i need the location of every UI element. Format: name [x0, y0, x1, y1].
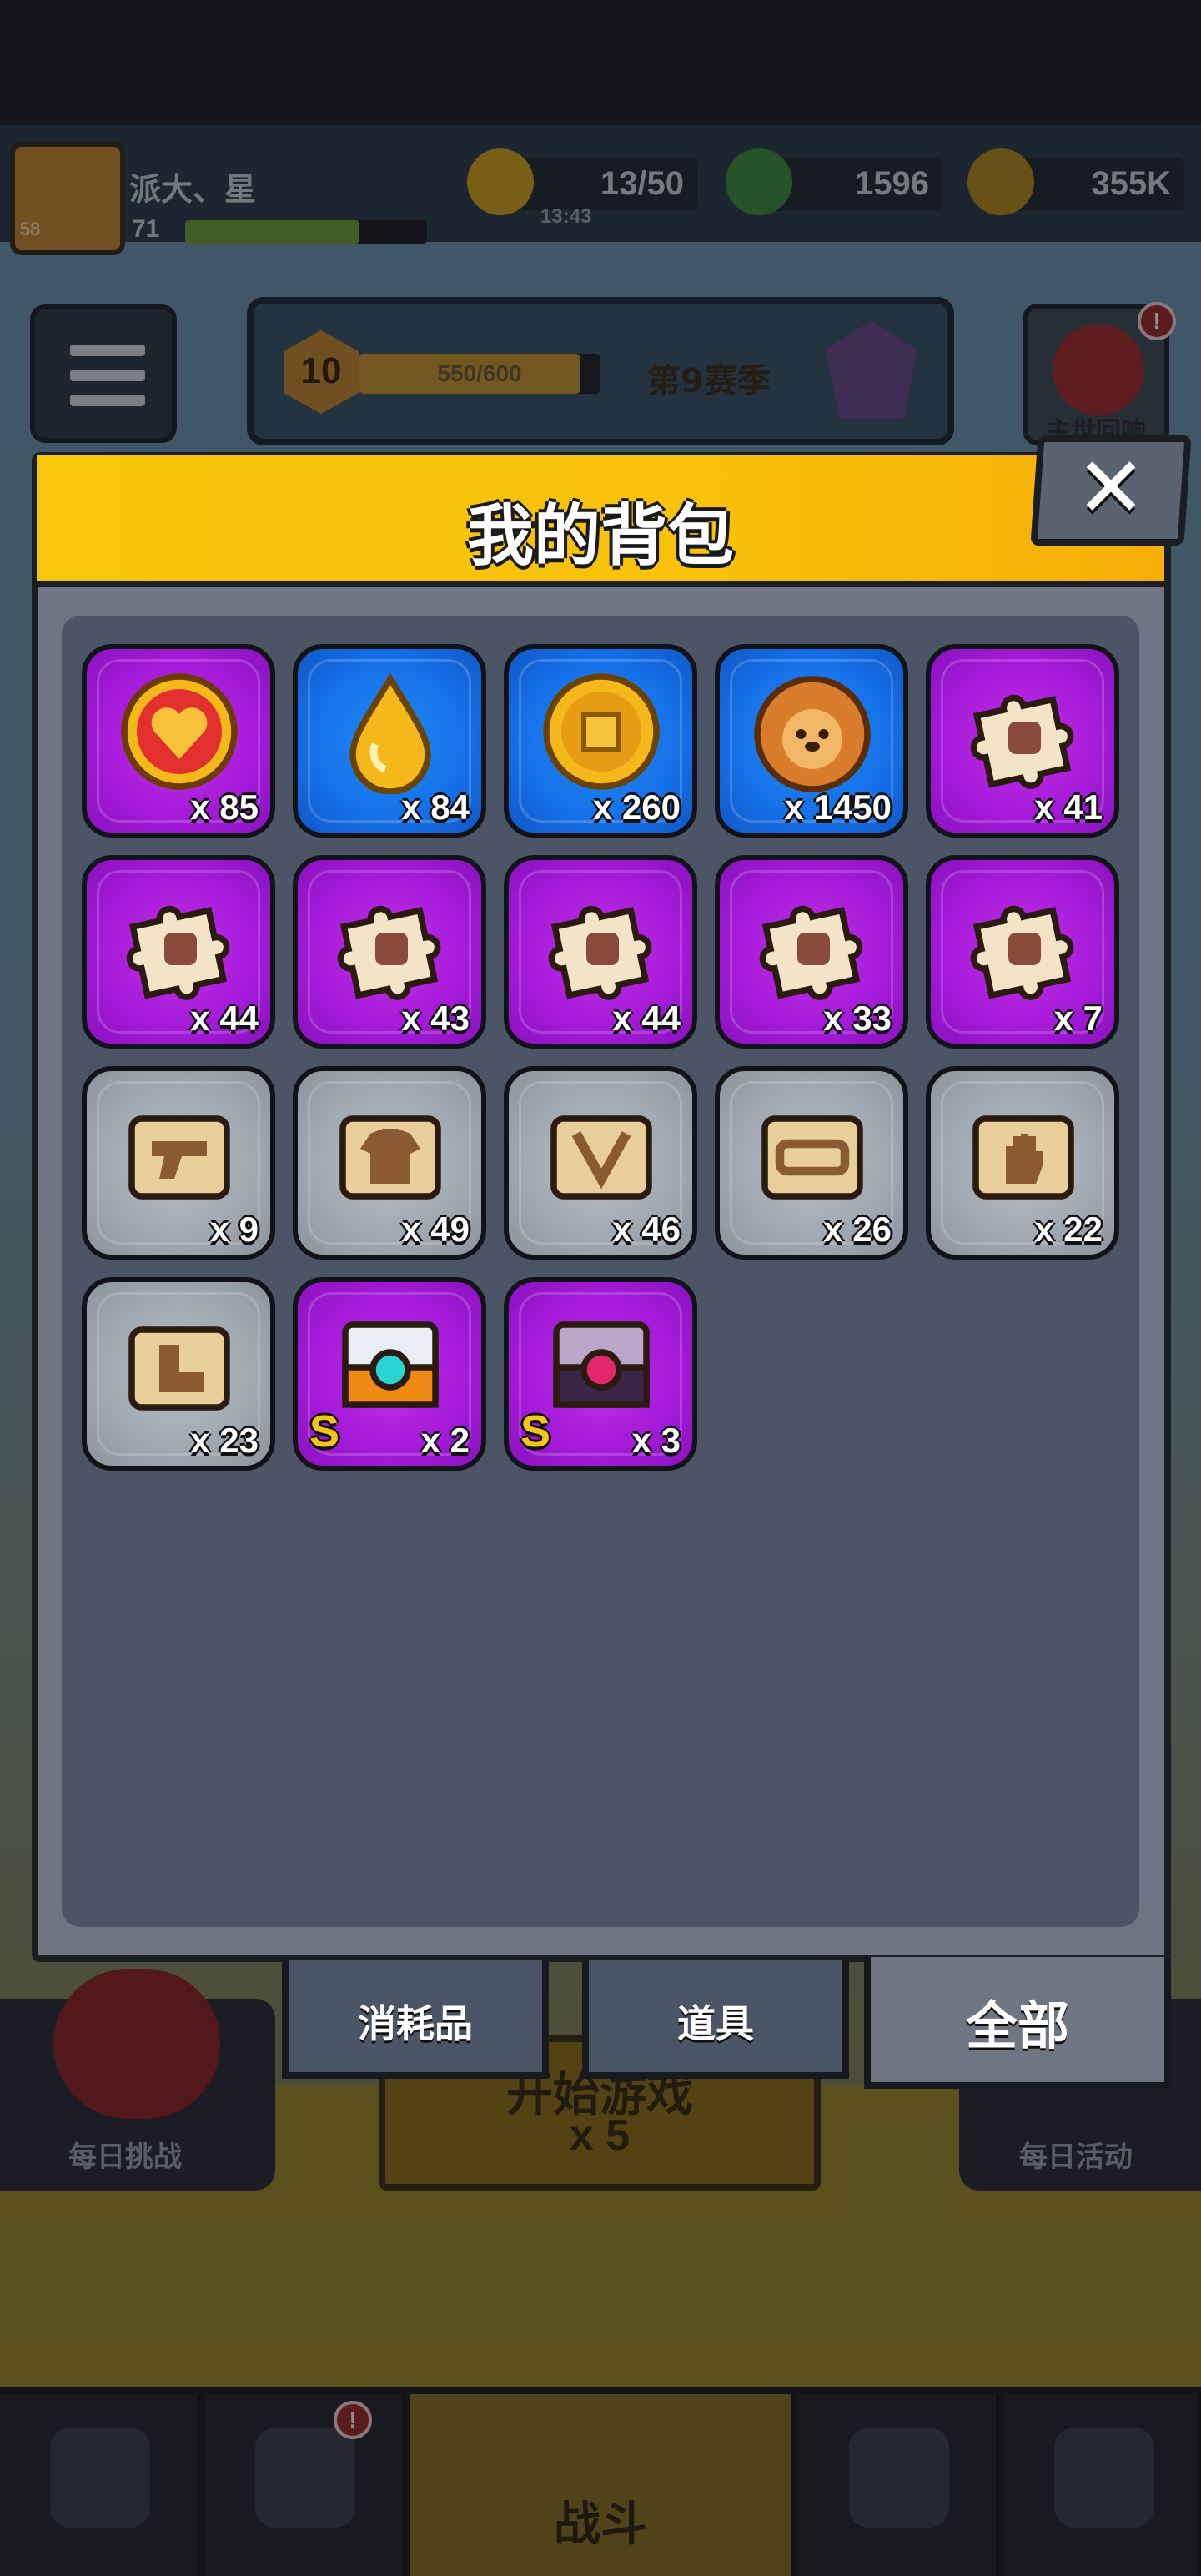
inventory-item-gold-coin[interactable]: x 260 — [504, 644, 697, 838]
item-count: x 260 — [592, 787, 681, 827]
scroll-glove-icon — [961, 1091, 1086, 1216]
tab-all-label: 全部 — [965, 1995, 1069, 2056]
item-count: x 22 — [1034, 1210, 1103, 1249]
item-count: x 44 — [612, 999, 681, 1038]
item-count: x 43 — [401, 999, 470, 1038]
inventory-item-chest-orange[interactable]: Sx 2 — [293, 1277, 486, 1471]
inventory-item-scroll-belt[interactable]: x 26 — [715, 1066, 908, 1260]
inventory-item-puzzle-6[interactable]: x 7 — [926, 855, 1119, 1049]
inventory-item-scroll-shirt[interactable]: x 49 — [293, 1066, 486, 1260]
inventory-item-chest-dark[interactable]: Sx 3 — [504, 1277, 697, 1471]
scroll-belt-icon — [750, 1091, 875, 1216]
item-count: x 85 — [190, 787, 259, 827]
puzzle-icon — [117, 880, 242, 1005]
inventory-item-dog-cookie[interactable]: x 1450 — [715, 644, 908, 838]
modal-title: 我的背包 — [467, 497, 734, 575]
scroll-shirt-icon — [328, 1091, 453, 1216]
inventory-item-scroll-necklace[interactable]: x 46 — [504, 1066, 697, 1260]
item-count: x 1450 — [784, 787, 892, 827]
puzzle-icon — [961, 669, 1086, 794]
puzzle-icon — [328, 880, 453, 1005]
inventory-item-puzzle-3[interactable]: x 43 — [293, 855, 486, 1049]
item-count: x 44 — [190, 999, 259, 1038]
inventory-item-scroll-boots[interactable]: x 23 — [82, 1277, 275, 1471]
item-count: x 49 — [401, 1210, 470, 1249]
puzzle-icon — [750, 880, 875, 1005]
item-count: x 2 — [420, 1421, 470, 1460]
gold-coin-icon — [539, 669, 664, 794]
item-count: x 46 — [612, 1210, 681, 1249]
inventory-item-puzzle-4[interactable]: x 44 — [504, 855, 697, 1049]
inventory-grid: x 85 x 84 x 260 x 1450 x 41 x 44 x 43 x 44 x 33 x… — [62, 616, 1139, 1927]
item-count: x 9 — [209, 1210, 259, 1249]
item-grade: S — [309, 1406, 340, 1457]
item-count: x 7 — [1053, 999, 1103, 1038]
inventory-item-puzzle-1[interactable]: x 41 — [926, 644, 1119, 838]
inventory-item-oil-drop[interactable]: x 84 — [293, 644, 486, 838]
puzzle-icon — [961, 880, 1086, 1005]
tab-all[interactable]: 全部 — [864, 1957, 1171, 2089]
inventory-item-puzzle-5[interactable]: x 33 — [715, 855, 908, 1049]
item-count: x 84 — [401, 787, 470, 827]
dog-cookie-icon — [750, 669, 875, 794]
puzzle-icon — [539, 880, 664, 1005]
drop-icon — [328, 669, 453, 795]
item-count: x 26 — [823, 1210, 892, 1249]
item-grade: S — [520, 1406, 551, 1457]
inventory-item-heart[interactable]: x 85 — [82, 644, 275, 838]
scroll-gun-icon — [117, 1091, 242, 1216]
tab-consumables[interactable]: 消耗品 — [282, 1960, 549, 2079]
tab-props[interactable]: 道具 — [582, 1960, 849, 2079]
item-count: x 3 — [631, 1421, 681, 1460]
close-icon[interactable]: ✕ — [1034, 439, 1188, 537]
item-count: x 23 — [190, 1421, 259, 1460]
tab-consumables-label: 消耗品 — [358, 2001, 473, 2046]
chest-icon — [328, 1302, 453, 1427]
tab-props-label: 道具 — [677, 2001, 754, 2046]
chest-icon — [539, 1302, 664, 1427]
inventory-item-puzzle-2[interactable]: x 44 — [82, 855, 275, 1049]
item-count: x 41 — [1034, 787, 1103, 827]
heart-icon — [117, 669, 242, 794]
scroll-boots-icon — [117, 1302, 242, 1427]
item-count: x 33 — [823, 999, 892, 1038]
inventory-item-scroll-glove[interactable]: x 22 — [926, 1066, 1119, 1260]
inventory-item-scroll-gun[interactable]: x 9 — [82, 1066, 275, 1260]
scroll-necklace-icon — [539, 1091, 664, 1216]
